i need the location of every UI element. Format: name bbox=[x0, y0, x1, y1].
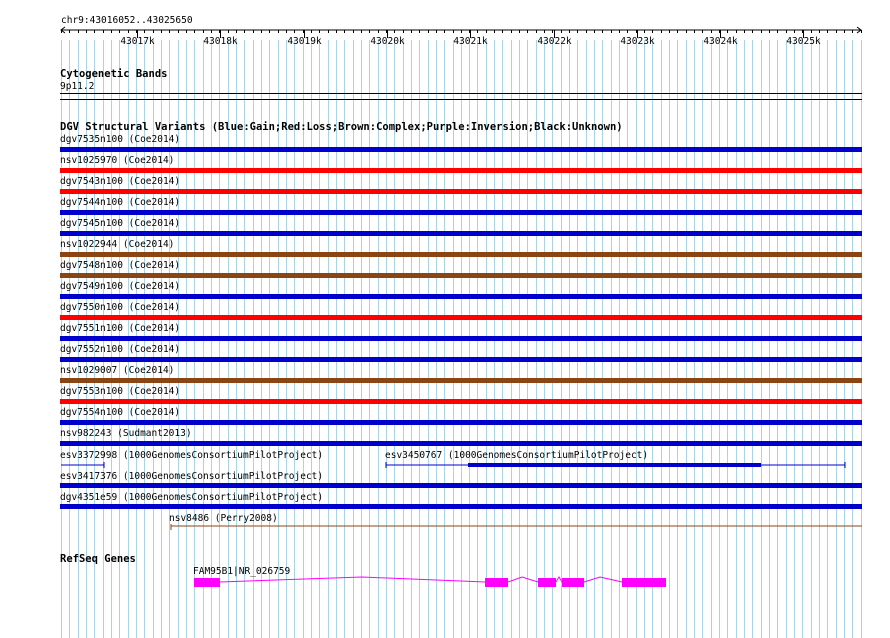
variant-bar-gain[interactable] bbox=[60, 147, 862, 152]
variant-bar-loss[interactable] bbox=[60, 315, 862, 320]
variant-bar-gain[interactable] bbox=[60, 294, 862, 299]
variant-label[interactable]: nsv1029007 (Coe2014) bbox=[60, 365, 174, 376]
variant-label[interactable]: dgv7543n100 (Coe2014) bbox=[60, 176, 180, 187]
cytoband-line-bottom bbox=[60, 99, 862, 100]
variant-label[interactable]: dgv7553n100 (Coe2014) bbox=[60, 386, 180, 397]
variant-label-dgv4351e59[interactable]: dgv4351e59 (1000GenomesConsortiumPilotPr… bbox=[60, 492, 323, 503]
variant-label[interactable]: nsv982243 (Sudmant2013) bbox=[60, 428, 192, 439]
variant-bar-gain[interactable] bbox=[60, 357, 862, 362]
ruler-tick-label: 43019k bbox=[287, 36, 322, 47]
cytoband-line-top bbox=[60, 93, 862, 94]
variant-label[interactable]: nsv1022944 (Coe2014) bbox=[60, 239, 174, 250]
ruler-tick-label: 43021k bbox=[453, 36, 488, 47]
variant-label[interactable]: dgv7554n100 (Coe2014) bbox=[60, 407, 180, 418]
variant-bar-esv3417376[interactable] bbox=[60, 483, 862, 488]
thin-variant-row bbox=[61, 462, 846, 468]
variant-bar-loss[interactable] bbox=[60, 399, 862, 404]
variant-label[interactable]: dgv7535n100 (Coe2014) bbox=[60, 134, 180, 145]
variant-label[interactable]: dgv7551n100 (Coe2014) bbox=[60, 323, 180, 334]
variant-label[interactable]: dgv7549n100 (Coe2014) bbox=[60, 281, 180, 292]
variant-bar-complex[interactable] bbox=[60, 378, 862, 383]
cytoband-track-title: Cytogenetic Bands bbox=[60, 68, 168, 80]
variant-bar-gain[interactable] bbox=[60, 231, 862, 236]
variant-bar-dgv4351e59[interactable] bbox=[60, 504, 862, 509]
variant-bar-complex[interactable] bbox=[60, 252, 862, 257]
ruler-tick-label: 43022k bbox=[537, 36, 572, 47]
variant-nsv8486[interactable] bbox=[0, 522, 890, 532]
refseq-track-title: RefSeq Genes bbox=[60, 553, 136, 565]
variant-label[interactable]: dgv7552n100 (Coe2014) bbox=[60, 344, 180, 355]
variant-esv3372998[interactable] bbox=[61, 462, 105, 468]
variant-label[interactable]: dgv7548n100 (Coe2014) bbox=[60, 260, 180, 271]
ruler-tick-label: 43023k bbox=[620, 36, 655, 47]
variant-esv3450767[interactable] bbox=[385, 462, 846, 468]
ruler-tick-label: 43017k bbox=[120, 36, 155, 47]
variant-bar-loss[interactable] bbox=[60, 168, 862, 173]
variant-bar-gain[interactable] bbox=[60, 441, 862, 446]
variant-label[interactable]: dgv7544n100 (Coe2014) bbox=[60, 197, 180, 208]
variant-label[interactable]: nsv1025970 (Coe2014) bbox=[60, 155, 174, 166]
ruler-tick-label: 43024k bbox=[703, 36, 738, 47]
gene-model-fam95b1[interactable] bbox=[0, 570, 890, 592]
cytoband-label: 9p11.2 bbox=[60, 81, 95, 92]
ruler-tick-label: 43020k bbox=[370, 36, 405, 47]
variant-bar-gain[interactable] bbox=[60, 420, 862, 425]
ruler-tick-label: 43025k bbox=[786, 36, 821, 47]
variant-bar-complex[interactable] bbox=[60, 273, 862, 278]
variant-label[interactable]: dgv7545n100 (Coe2014) bbox=[60, 218, 180, 229]
dgv-track-title: DGV Structural Variants (Blue:Gain;Red:L… bbox=[60, 121, 623, 133]
variant-bar-gain[interactable] bbox=[60, 210, 862, 215]
variant-bar-loss[interactable] bbox=[60, 189, 862, 194]
genome-browser-view: chr9:43016052..43025650 43017k 43018k 4301… bbox=[0, 0, 890, 638]
variant-label-esv3417376[interactable]: esv3417376 (1000GenomesConsortiumPilotPr… bbox=[60, 471, 323, 482]
ruler-tick-label: 43018k bbox=[203, 36, 238, 47]
variant-bar-gain[interactable] bbox=[60, 336, 862, 341]
variant-label[interactable]: dgv7550n100 (Coe2014) bbox=[60, 302, 180, 313]
